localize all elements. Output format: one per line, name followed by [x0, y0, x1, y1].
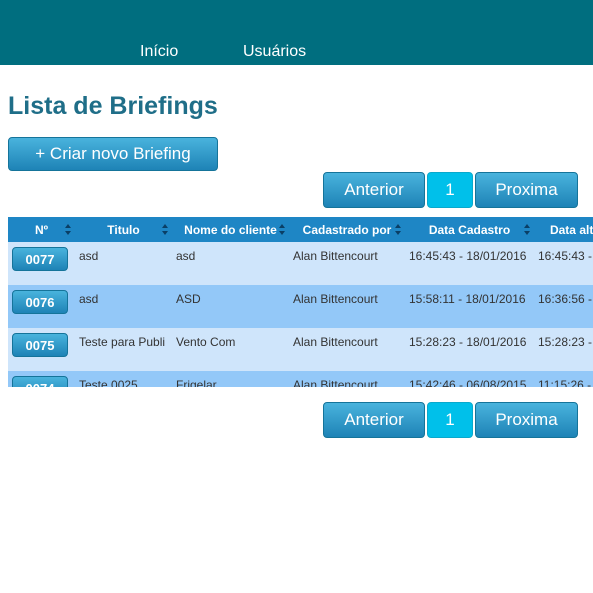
- cell-cadastrado-por: Alan Bittencourt: [289, 328, 405, 371]
- briefing-id-button[interactable]: 0075: [12, 333, 68, 357]
- table-row: 0077 asd asd Alan Bittencourt 16:45:43 -…: [8, 242, 593, 285]
- column-header-data-cadastro[interactable]: Data Cadastro: [405, 217, 534, 242]
- column-header-label: Titulo: [107, 222, 140, 237]
- pagination-bottom: Anterior 1 Proxima: [323, 402, 578, 438]
- cell-data-cadastro: 15:58:11 - 18/01/2016: [405, 285, 534, 328]
- briefing-id-button[interactable]: 0074: [12, 376, 68, 387]
- column-header-label: Cadastrado por: [302, 222, 392, 237]
- column-header-cliente[interactable]: Nome do cliente: [172, 217, 289, 242]
- cell-titulo: Teste 0025: [75, 371, 172, 387]
- next-page-button[interactable]: Proxima: [475, 402, 578, 438]
- column-header-numero[interactable]: Nº: [8, 217, 75, 242]
- cell-cliente: asd: [172, 242, 289, 285]
- briefings-table-container[interactable]: Nº Titulo Nome do cliente Cadastrado por…: [8, 217, 593, 387]
- page-title: Lista de Briefings: [8, 92, 218, 120]
- column-header-label: Nº: [34, 222, 49, 237]
- cell-cadastrado-por: Alan Bittencourt: [289, 371, 405, 387]
- table-header-row: Nº Titulo Nome do cliente Cadastrado por…: [8, 217, 593, 242]
- column-header-label: Data alteração: [549, 222, 593, 237]
- column-header-label: Data Cadastro: [428, 222, 511, 237]
- prev-page-button[interactable]: Anterior: [323, 402, 425, 438]
- sort-arrows-icon: [279, 224, 285, 235]
- column-header-data-alteracao[interactable]: Data alteração: [534, 217, 593, 242]
- briefing-id-button[interactable]: 0077: [12, 247, 68, 271]
- pagination-top: Anterior 1 Proxima: [323, 172, 578, 208]
- sort-arrows-icon: [65, 224, 71, 235]
- sort-arrows-icon: [395, 224, 401, 235]
- column-header-titulo[interactable]: Titulo: [75, 217, 172, 242]
- cell-data-cadastro: 15:28:23 - 18/01/2016: [405, 328, 534, 371]
- create-briefing-button[interactable]: + Criar novo Briefing: [8, 137, 218, 171]
- nav-link-usuarios[interactable]: Usuários: [243, 43, 306, 61]
- prev-page-button[interactable]: Anterior: [323, 172, 425, 208]
- cell-cliente: Vento Com: [172, 328, 289, 371]
- cell-cliente: Frigelar: [172, 371, 289, 387]
- column-header-label: Nome do cliente: [184, 222, 277, 237]
- cell-data-alteracao: 15:28:23 - 18/01/2016: [534, 328, 593, 371]
- cell-cadastrado-por: Alan Bittencourt: [289, 285, 405, 328]
- table-row: 0076 asd ASD Alan Bittencourt 15:58:11 -…: [8, 285, 593, 328]
- sort-arrows-icon: [524, 224, 530, 235]
- briefings-table: Nº Titulo Nome do cliente Cadastrado por…: [8, 217, 593, 387]
- cell-titulo: asd: [75, 242, 172, 285]
- cell-cliente: ASD: [172, 285, 289, 328]
- cell-cadastrado-por: Alan Bittencourt: [289, 242, 405, 285]
- cell-data-cadastro: 16:45:43 - 18/01/2016: [405, 242, 534, 285]
- cell-data-alteracao: 11:15:26 - 18/01/2016: [534, 371, 593, 387]
- table-row: 0075 Teste para Publi Vento Com Alan Bit…: [8, 328, 593, 371]
- sort-arrows-icon: [162, 224, 168, 235]
- cell-titulo: asd: [75, 285, 172, 328]
- current-page-button[interactable]: 1: [427, 172, 473, 208]
- current-page-button[interactable]: 1: [427, 402, 473, 438]
- next-page-button[interactable]: Proxima: [475, 172, 578, 208]
- top-navbar: Início Usuários: [0, 0, 593, 65]
- cell-data-cadastro: 15:42:46 - 06/08/2015: [405, 371, 534, 387]
- cell-titulo: Teste para Publi: [75, 328, 172, 371]
- briefing-id-button[interactable]: 0076: [12, 290, 68, 314]
- cell-data-alteracao: 16:36:56 - 18/01/2016: [534, 285, 593, 328]
- column-header-cadastrado-por[interactable]: Cadastrado por: [289, 217, 405, 242]
- table-row: 0074 Teste 0025 Frigelar Alan Bittencour…: [8, 371, 593, 387]
- cell-data-alteracao: 16:45:43 - 18/01/2016: [534, 242, 593, 285]
- nav-link-inicio[interactable]: Início: [140, 43, 178, 61]
